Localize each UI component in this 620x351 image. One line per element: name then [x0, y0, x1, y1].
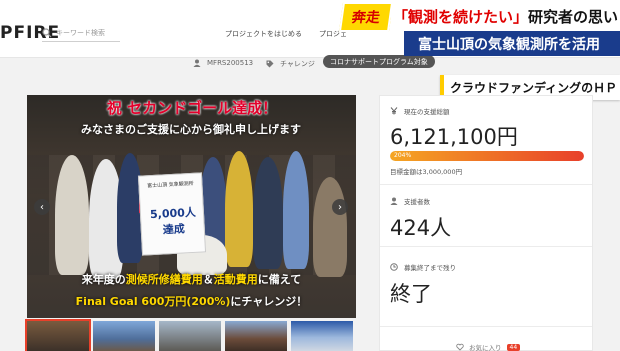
hero-bottom-line-1: 来年度の測候所修繕費用＆活動費用に備えて: [35, 271, 348, 287]
search-box[interactable]: キーワード検索: [42, 24, 120, 42]
owner-id[interactable]: MFRS200513: [207, 59, 253, 67]
caption-quote-red: 「観測を続けたい」: [393, 7, 529, 26]
remaining-label-row: 募集終了まで残り: [390, 262, 456, 272]
project-category[interactable]: チャレンジ: [266, 59, 315, 69]
raised-label-row: 現在の支援総額: [390, 106, 450, 116]
bottom1-text-e: に備えて: [257, 273, 302, 286]
chevron-right-icon: ›: [338, 201, 342, 213]
held-sign: 富士山頂 気象観測所 5,000人達成: [137, 172, 207, 256]
yen-icon: [390, 107, 398, 115]
progress-bar: 204%: [390, 151, 584, 161]
progress-fill: [390, 151, 584, 161]
search-placeholder[interactable]: キーワード検索: [56, 28, 105, 38]
person-figure: [55, 155, 89, 275]
funding-panel: 現在の支援総額 6,121,100円 204% 目標金額は3,000,000円 …: [379, 95, 593, 351]
thumbnail-2[interactable]: [93, 321, 155, 351]
goal-amount: 目標金額は3,000,000円: [390, 168, 463, 176]
carousel-prev-button[interactable]: ‹: [34, 199, 50, 215]
bottom1-text-a: 来年度の: [81, 273, 126, 286]
thumbnail-5[interactable]: [291, 321, 353, 351]
supporters-value: 424人: [390, 216, 452, 240]
supporters-label-row: 支援者数: [390, 196, 430, 206]
nav-start-project[interactable]: プロジェクトをはじめる: [225, 29, 302, 39]
raised-label: 現在の支援総額: [404, 108, 450, 116]
caption-runner: 奔走: [338, 2, 394, 32]
thumbnail-1[interactable]: [25, 319, 91, 351]
equipment-shape: [313, 177, 347, 277]
supporters-label: 支援者数: [404, 198, 430, 206]
sign-title: 富士山頂 気象観測所: [147, 180, 194, 190]
progress-percent: 204%: [394, 152, 412, 159]
user-icon: [390, 197, 398, 205]
bottom2-text-b: にチャレンジ！: [230, 295, 308, 308]
bottom1-text-d: 活動費用: [213, 273, 258, 286]
divider: [380, 184, 592, 185]
search-icon: [42, 27, 52, 37]
raised-amount: 6,121,100円: [390, 125, 518, 149]
user-icon: [193, 59, 201, 67]
thumbnail-3[interactable]: [159, 321, 221, 351]
category-label[interactable]: チャレンジ: [280, 59, 315, 69]
carousel-next-button[interactable]: ›: [332, 199, 348, 215]
hero-thanks: みなさまのご支援に心から御礼申し上げます: [81, 123, 301, 136]
bottom2-text-a: Final Goal 600万円(200%): [75, 295, 231, 308]
caption-subtitle: 富士山頂の気象観測所を活用: [404, 31, 620, 56]
tag-icon: [266, 60, 274, 68]
program-tag[interactable]: コロナサポートプログラム対象: [323, 55, 435, 68]
project-main-image[interactable]: 祝 セカンドゴール達成！ みなさまのご支援に心から御礼申し上げます 富士山頂 気…: [27, 95, 356, 318]
person-figure: [283, 151, 309, 269]
divider: [380, 326, 592, 327]
bottom1-text-c: ＆: [202, 273, 214, 286]
favorite-label: お気に入り: [469, 344, 502, 351]
person-figure: [253, 157, 283, 269]
project-owner[interactable]: MFRS200513: [193, 59, 253, 67]
favorite-count: 44: [506, 343, 521, 351]
hero-bottom-line-2: Final Goal 600万円(200%)にチャレンジ！: [35, 293, 348, 309]
caption-quote-black: 研究者の思い: [528, 7, 619, 26]
sign-number: 5,000人達成: [149, 205, 197, 237]
bottom1-text-b: 測候所修繕費用: [125, 273, 203, 286]
favorite-button[interactable]: お気に入り 44: [456, 342, 521, 351]
hero-headline: 祝 セカンドゴール達成！: [106, 99, 278, 117]
thumbnail-strip: [25, 319, 356, 351]
divider: [380, 246, 592, 247]
chevron-left-icon: ‹: [40, 201, 44, 213]
person-figure: [225, 151, 253, 267]
heart-icon: [456, 343, 464, 351]
remaining-label: 募集終了まで残り: [404, 264, 456, 272]
clock-icon: [390, 263, 398, 271]
caption-quote: 「観測を続けたい」 研究者の思い: [391, 0, 620, 32]
remaining-value: 終了: [390, 282, 432, 306]
thumbnail-4[interactable]: [225, 321, 287, 351]
